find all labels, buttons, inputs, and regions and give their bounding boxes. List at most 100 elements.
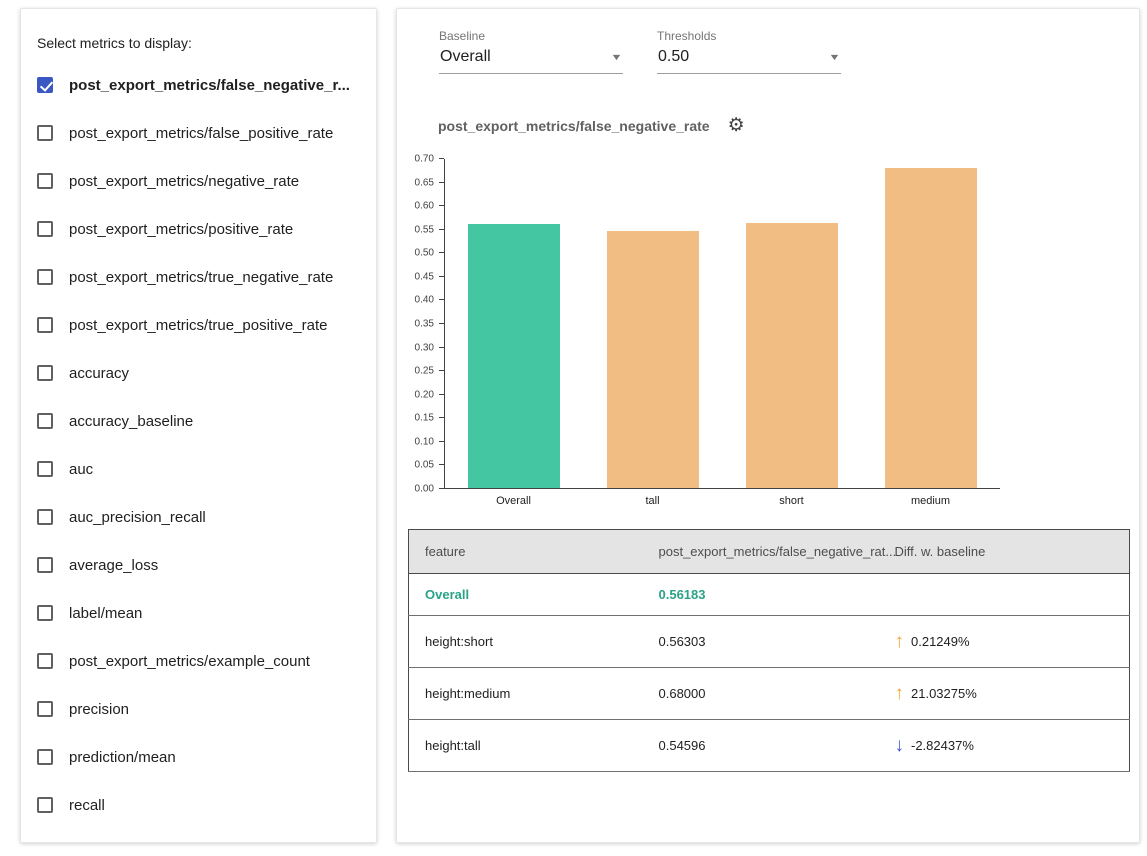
table-column-header: post_export_metrics/false_negative_rat..… — [643, 530, 879, 574]
checkbox-unchecked-icon[interactable] — [37, 509, 53, 525]
checkbox-unchecked-icon[interactable] — [37, 317, 53, 333]
metric-item[interactable]: post_export_metrics/false_negative_r... — [35, 61, 362, 109]
y-tick-label: 0.55 — [415, 224, 434, 235]
checkbox-unchecked-icon[interactable] — [37, 269, 53, 285]
diff-cell — [879, 574, 1130, 616]
x-axis: Overall tall short medium — [444, 495, 1000, 507]
table-column-header: feature — [409, 530, 643, 574]
metric-value-cell: 0.56303 — [643, 616, 879, 668]
metric-item[interactable]: accuracy_baseline — [35, 397, 362, 445]
checkbox-checked-icon[interactable] — [37, 77, 53, 93]
y-axis: 0.000.050.100.150.200.250.300.350.400.45… — [408, 159, 444, 489]
metric-item[interactable]: post_export_metrics/negative_rate — [35, 157, 362, 205]
metric-label: post_export_metrics/true_positive_rate — [69, 317, 327, 334]
checkbox-unchecked-icon[interactable] — [37, 173, 53, 189]
checkbox-unchecked-icon[interactable] — [37, 701, 53, 717]
checkbox-unchecked-icon[interactable] — [37, 605, 53, 621]
checkbox-unchecked-icon[interactable] — [37, 653, 53, 669]
diff-cell: ↑ 0.21249% — [879, 616, 1130, 668]
y-tick-label: 0.20 — [415, 389, 434, 400]
down-arrow-icon: ↓ — [895, 736, 905, 755]
thresholds-select-value[interactable]: 0.50 ▼ — [657, 46, 841, 74]
metric-item[interactable]: post_export_metrics/positive_rate — [35, 205, 362, 253]
checkbox-unchecked-icon[interactable] — [37, 221, 53, 237]
metric-item[interactable]: accuracy — [35, 349, 362, 397]
table-row: height:short0.56303 ↑ 0.21249% — [409, 616, 1130, 668]
checkbox-unchecked-icon[interactable] — [37, 749, 53, 765]
metric-label: post_export_metrics/negative_rate — [69, 173, 299, 190]
metrics-panel-title: Select metrics to display: — [37, 35, 362, 51]
thresholds-select-label: Thresholds — [657, 29, 841, 43]
metric-value-cell: 0.56183 — [643, 574, 879, 616]
diff-value: -2.82437% — [911, 738, 974, 753]
baseline-select-value[interactable]: Overall ▼ — [439, 46, 623, 74]
y-tick-label: 0.30 — [415, 342, 434, 353]
visualization-panel: Baseline Overall ▼ Thresholds 0.50 ▼ pos… — [396, 8, 1140, 843]
bar-tall[interactable] — [607, 231, 699, 488]
metrics-table: featurepost_export_metrics/false_negativ… — [408, 529, 1130, 772]
y-tick-label: 0.15 — [415, 413, 434, 424]
metrics-list: post_export_metrics/false_negative_r...p… — [35, 61, 362, 829]
metric-label: label/mean — [69, 605, 142, 622]
metric-item[interactable]: average_loss — [35, 541, 362, 589]
y-tick-label: 0.05 — [415, 460, 434, 471]
x-tick-label: Overall — [464, 495, 564, 507]
table-body: Overall0.56183height:short0.56303 ↑ 0.2124… — [409, 574, 1130, 772]
metric-item[interactable]: prediction/mean — [35, 733, 362, 781]
diff-wrap: ↓ -2.82437% — [895, 736, 1114, 755]
metric-item[interactable]: post_export_metrics/true_positive_rate — [35, 301, 362, 349]
metric-label: average_loss — [69, 557, 158, 574]
metric-value-cell: 0.68000 — [643, 668, 879, 720]
up-arrow-icon: ↑ — [895, 632, 905, 651]
diff-value: 0.21249% — [911, 634, 970, 649]
metric-label: accuracy_baseline — [69, 413, 193, 430]
table-row: Overall0.56183 — [409, 574, 1130, 616]
x-tick-label: short — [742, 495, 842, 507]
y-tick-label: 0.25 — [415, 366, 434, 377]
y-tick-label: 0.40 — [415, 295, 434, 306]
bar-Overall[interactable] — [468, 224, 560, 488]
checkbox-unchecked-icon[interactable] — [37, 461, 53, 477]
x-tick-label: medium — [881, 495, 981, 507]
checkbox-unchecked-icon[interactable] — [37, 125, 53, 141]
metric-label: prediction/mean — [69, 749, 176, 766]
table-row: height:medium0.68000↑21.03275% — [409, 668, 1130, 720]
table-column-header: Diff. w. baseline — [879, 530, 1130, 574]
metric-item[interactable]: auc — [35, 445, 362, 493]
y-tick-label: 0.50 — [415, 248, 434, 259]
settings-gear-icon[interactable]: ⚙ — [728, 116, 745, 135]
metric-item[interactable]: post_export_metrics/example_count — [35, 637, 362, 685]
y-tick-label: 0.45 — [415, 271, 434, 282]
checkbox-unchecked-icon[interactable] — [37, 413, 53, 429]
y-tick-label: 0.00 — [415, 484, 434, 495]
metric-label: recall — [69, 797, 105, 814]
chevron-down-icon: ▼ — [610, 52, 622, 62]
bar-chart: 0.000.050.100.150.200.250.300.350.400.45… — [408, 159, 1128, 489]
diff-value: 21.03275% — [911, 686, 977, 701]
metric-item[interactable]: recall — [35, 781, 362, 829]
checkbox-unchecked-icon[interactable] — [37, 365, 53, 381]
controls-row: Baseline Overall ▼ Thresholds 0.50 ▼ — [439, 29, 1128, 74]
metric-label: post_export_metrics/false_positive_rate — [69, 125, 333, 142]
metric-item[interactable]: post_export_metrics/true_negative_rate — [35, 253, 362, 301]
metric-label: auc — [69, 461, 93, 478]
bar-short[interactable] — [746, 223, 838, 488]
metric-item[interactable]: precision — [35, 685, 362, 733]
diff-cell: ↓ -2.82437% — [879, 720, 1130, 772]
bar-plot — [444, 159, 1000, 489]
y-tick-label: 0.65 — [415, 177, 434, 188]
metric-label: post_export_metrics/false_negative_r... — [69, 77, 350, 94]
metric-item[interactable]: auc_precision_recall — [35, 493, 362, 541]
feature-cell: height:short — [409, 616, 643, 668]
metric-value-cell: 0.54596 — [643, 720, 879, 772]
checkbox-unchecked-icon[interactable] — [37, 557, 53, 573]
bar-medium[interactable] — [885, 168, 977, 488]
metric-item[interactable]: label/mean — [35, 589, 362, 637]
metric-item[interactable]: post_export_metrics/false_positive_rate — [35, 109, 362, 157]
y-tick-label: 0.10 — [415, 436, 434, 447]
chevron-down-icon: ▼ — [828, 52, 840, 62]
checkbox-unchecked-icon[interactable] — [37, 797, 53, 813]
chart-title: post_export_metrics/false_negative_rate — [438, 118, 710, 134]
feature-cell: Overall — [409, 574, 643, 616]
x-tick-label: tall — [603, 495, 703, 507]
